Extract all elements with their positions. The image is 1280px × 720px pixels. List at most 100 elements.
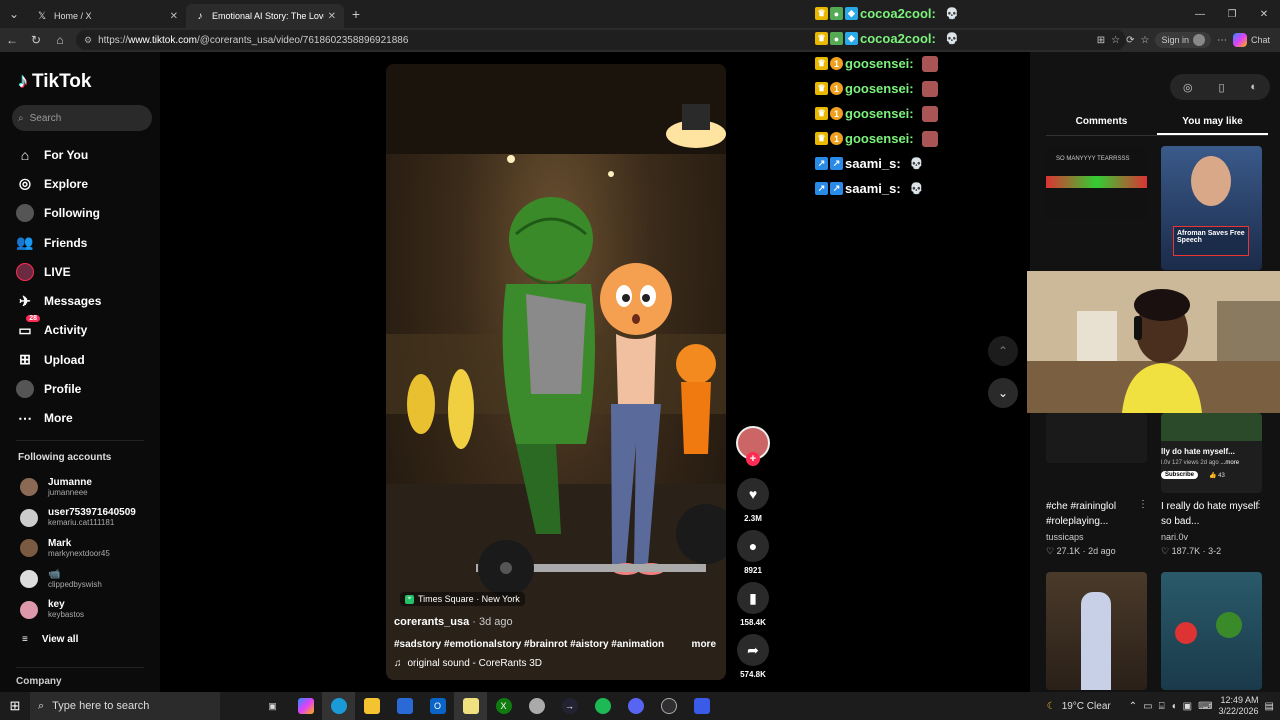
video-player[interactable]: ⌖ Times Square · New York corerants_usa … [386,64,726,680]
spotify-icon[interactable] [586,692,619,720]
copilot-taskbar-icon[interactable] [289,692,322,720]
xbox-icon[interactable]: X [487,692,520,720]
notepad-icon[interactable] [454,692,487,720]
close-tab-icon[interactable]: ✕ [170,11,178,22]
meet-icon[interactable]: ▣ [1183,701,1192,712]
account-item[interactable]: 📹 clippedbyswish [20,564,160,595]
close-window-icon[interactable]: ✕ [1248,0,1280,28]
outlook-icon[interactable]: O [421,692,454,720]
obs-icon[interactable] [652,692,685,720]
video-creator[interactable]: tussicaps [1046,532,1084,542]
nav-label: Following [44,206,100,221]
video-thumbnail[interactable] [1046,413,1147,463]
app-blue-icon[interactable] [685,692,718,720]
previous-video-button[interactable]: ⌃ [988,336,1018,366]
video-title[interactable]: I really do hate myself so bad... [1161,499,1266,529]
hashtags[interactable]: #sadstory #emotionalstory #brainrot #ais… [394,639,664,650]
tab-comments[interactable]: Comments [1046,110,1157,135]
split-screen-icon[interactable]: ⊞ [1097,35,1105,46]
video-thumbnail[interactable]: SO MANYYYY TEARRSSS [1046,146,1147,218]
back-icon[interactable]: ← [0,28,24,52]
copilot-icon [1232,33,1247,47]
home-browser-icon[interactable]: ⌂ [48,28,72,52]
sidebar-item-profile[interactable]: Profile [16,374,156,403]
settings-more-icon[interactable]: ⋯ [1217,35,1227,46]
sidebar-item-upload[interactable]: ⊞ Upload [16,345,156,374]
refresh-icon[interactable]: ↻ [24,28,48,52]
discord-icon[interactable] [619,692,652,720]
favorite-star-icon[interactable]: ☆ [1111,35,1120,46]
more-options-icon[interactable]: ⋮ [1138,499,1148,510]
sidebar-item-friends[interactable]: 👥 Friends [16,228,156,257]
sidebar-item-following[interactable]: Following [16,199,156,228]
battery-icon[interactable]: ▭ [1143,701,1152,712]
save-button[interactable]: ▮ 158.4K [737,582,769,627]
favorites-icon[interactable]: ☆ [1140,35,1149,46]
share-button[interactable]: ➦ 574.8K [737,634,769,679]
video-thumbnail[interactable] [1046,572,1147,690]
close-tab-icon[interactable]: ✕ [328,11,336,22]
company-link[interactable]: Company [16,676,62,687]
volume-icon[interactable]: ◖ [1171,701,1177,712]
network-icon[interactable]: ⌸ [1159,701,1165,712]
account-item[interactable]: key keybastos [20,594,160,625]
restore-icon[interactable]: ❐ [1216,0,1248,28]
weather-text[interactable]: 19°C Clear [1062,701,1111,712]
minimize-icon[interactable]: — [1184,0,1216,28]
tiktok-logo[interactable]: ♪ TikTok [18,70,91,93]
browser-tab-tiktok[interactable]: ♪ Emotional AI Story: The Love Note ✕ [186,4,344,28]
copilot-chat-button[interactable]: Chat [1232,33,1270,47]
like-button[interactable]: ♥ 2.3M [737,478,769,523]
video-author[interactable]: corerants_usa · 3d ago [394,616,513,628]
speed-icon[interactable]: ◎ [1183,81,1193,94]
sidebar-item-for-you[interactable]: ⌂ For You [16,140,156,169]
video-thumbnail[interactable] [1161,572,1262,690]
more-button[interactable]: more [692,639,716,650]
follow-plus-icon[interactable]: + [746,452,760,466]
file-explorer-icon[interactable] [355,692,388,720]
notifications-icon[interactable]: ▤ [1265,701,1274,712]
location-tag[interactable]: ⌖ Times Square · New York [400,592,525,606]
sidebar-item-explore[interactable]: ◎ Explore [16,169,156,198]
next-video-button[interactable]: ⌄ [988,378,1018,408]
sidebar-item-live[interactable]: LIVE [16,257,156,286]
extensions-icon[interactable]: ⟳ [1126,35,1134,46]
video-thumbnail[interactable]: lly do hate myself... l.0v 127 views 2d … [1161,413,1262,493]
language-icon[interactable]: ⌨ [1198,701,1212,712]
sidebar-item-more[interactable]: ⋯ More [16,404,156,433]
steam-icon[interactable] [520,692,553,720]
search-input[interactable]: ⌕ Search [12,105,152,131]
comment-button[interactable]: ● 8921 [737,530,769,575]
tab-actions-chevron-icon[interactable]: ⌄ [0,0,28,28]
task-view-icon[interactable]: ▣ [256,692,289,720]
account-item[interactable]: user753971640509 kemariu.cat111181 [20,503,160,534]
site-info-icon[interactable]: ⚙ [84,35,92,46]
device-icon[interactable]: ▯ [1218,81,1224,94]
app-icon[interactable]: → [553,692,586,720]
new-tab-button[interactable]: + [344,6,368,22]
video-title[interactable]: #che #raininglol #roleplaying... [1046,499,1151,529]
more-options-icon[interactable]: ⋮ [1254,499,1264,510]
tab-you-may-like[interactable]: You may like [1157,110,1268,135]
edge-icon[interactable] [322,692,355,720]
sidebar-item-messages[interactable]: ✈ Messages [16,286,156,315]
taskbar-search-input[interactable]: ⌕ Type here to search [30,692,220,720]
sound-link[interactable]: ♫ original sound - CoreRants 3D [394,658,542,669]
sign-in-button[interactable]: Sign in [1155,32,1211,48]
windows-start-icon[interactable]: ⊞ [0,698,30,714]
view-all-button[interactable]: ≡ View all [22,634,78,645]
chat-username: cocoa2cool: [860,6,936,21]
tiktok-note-icon: ♪ [18,70,28,92]
account-item[interactable]: Jumanne jumanneee [20,472,160,503]
loading-icon[interactable]: ◐ [1250,81,1257,93]
bookmark-icon: ▮ [737,582,769,614]
video-creator[interactable]: nari.0v [1161,532,1188,542]
live-icon [16,262,34,281]
tray-chevron-icon[interactable]: ⌃ [1129,701,1137,712]
video-thumbnail[interactable]: Afroman Saves Free Speech [1161,146,1262,270]
account-item[interactable]: Mark markynextdoor45 [20,533,160,564]
clock[interactable]: 12:49 AM 3/22/2026 [1219,695,1259,717]
browser-tab-x[interactable]: 𝕏 Home / X ✕ [28,4,186,28]
store-icon[interactable] [388,692,421,720]
sidebar-item-activity[interactable]: ▭ 28 Activity [16,315,156,345]
